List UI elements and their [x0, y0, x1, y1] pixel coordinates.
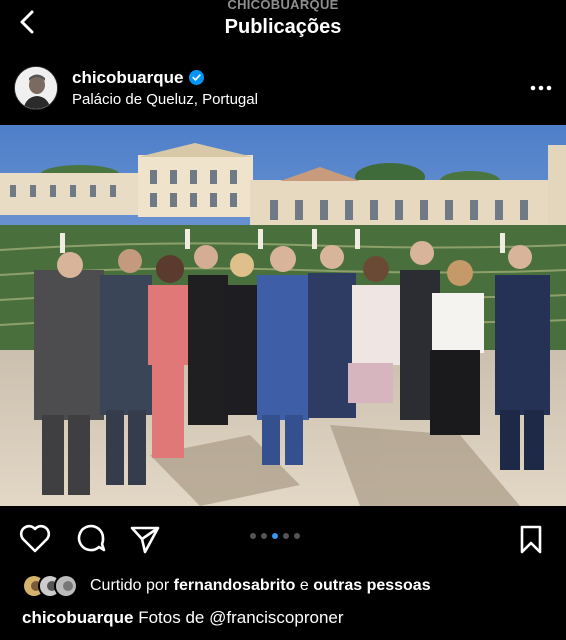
- send-icon[interactable]: [128, 522, 162, 556]
- account-label: CHICOBUARQUE: [227, 0, 339, 12]
- post-image: [0, 125, 566, 506]
- caption-username[interactable]: chicobuarque: [22, 608, 133, 627]
- caption-mention[interactable]: @franciscoproner: [209, 608, 343, 627]
- post-header: chicobuarque Palácio de Queluz, Portugal: [0, 58, 566, 120]
- post-caption: chicobuarque Fotos de @franciscoproner: [22, 608, 344, 628]
- page-title: Publicações: [224, 16, 342, 38]
- carousel-dot: [294, 533, 300, 539]
- carousel-dot: [250, 533, 256, 539]
- post-photo[interactable]: [0, 125, 566, 506]
- bookmark-icon[interactable]: [514, 522, 548, 556]
- carousel-dot: [283, 533, 289, 539]
- post-location[interactable]: Palácio de Queluz, Portugal: [72, 91, 258, 108]
- likes-others[interactable]: outras pessoas: [313, 577, 430, 594]
- likes-summary: Curtido por fernandosabrito e outras pes…: [90, 577, 431, 595]
- post-username[interactable]: chicobuarque: [72, 68, 183, 87]
- verified-badge-icon: [189, 70, 205, 85]
- post-action-bar: [0, 516, 566, 560]
- liker-username[interactable]: fernandosabrito: [174, 577, 296, 594]
- likes-prefix: Curtido por: [90, 577, 170, 594]
- avatar[interactable]: [14, 66, 58, 110]
- carousel-dot: [261, 533, 267, 539]
- top-navigation-bar: CHICOBUARQUE Publicações: [0, 0, 566, 52]
- comment-icon[interactable]: [74, 522, 108, 556]
- caption-text: Fotos de: [138, 608, 205, 627]
- carousel-dot-active: [272, 533, 278, 539]
- heart-icon[interactable]: [18, 522, 52, 556]
- likes-connector: e: [299, 577, 309, 594]
- liker-avatar: [54, 574, 78, 598]
- likes-row[interactable]: Curtido por fernandosabrito e outras pes…: [22, 572, 431, 600]
- post-username-row[interactable]: chicobuarque: [72, 68, 205, 88]
- carousel-indicator: [250, 532, 300, 540]
- more-horizontal-icon[interactable]: [526, 78, 556, 98]
